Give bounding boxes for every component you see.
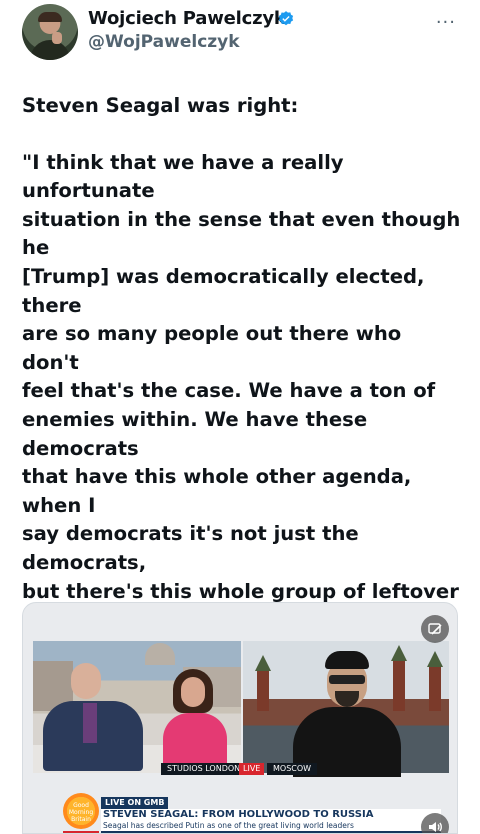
lower-third-headline: STEVEN SEAGAL: FROM HOLLYWOOD TO RUSSIA	[103, 809, 374, 820]
tweet-line: say democrats it's not just the democrat…	[22, 522, 359, 574]
verified-badge-icon	[278, 11, 294, 26]
strap-left: STUDIOS LONDON	[161, 763, 247, 775]
tweet-line: situation in the sense that even though …	[22, 207, 461, 260]
gmb-logo: Good Morning Britain	[63, 793, 99, 829]
tweet-line: feel that's the case. We have a ton of	[22, 379, 436, 403]
location-strap: STUDIOS LONDON LIVE MOSCOW	[33, 763, 449, 775]
video-preview[interactable]: STUDIOS LONDON LIVE MOSCOW Good Morning …	[22, 602, 458, 834]
strap-right: MOSCOW	[267, 763, 318, 775]
tweet-line: enemies within. We have these democrats	[22, 407, 368, 460]
tweet-line: "I think that we have a really unfortuna…	[22, 150, 344, 203]
strap-live: LIVE	[239, 763, 265, 775]
tweet-header: Wojciech Pawelczyk @WojPawelczyk ···	[22, 4, 462, 60]
lower-third-subline: Seagal has described Putin as one of the…	[103, 821, 354, 830]
edit-image-icon[interactable]	[421, 615, 449, 643]
more-options-icon[interactable]: ···	[436, 12, 456, 33]
tweet-line: [Trump] was democratically elected, ther…	[22, 264, 425, 317]
tweet-line: are so many people out there who don't	[22, 322, 402, 374]
lower-third: STEVEN SEAGAL: FROM HOLLYWOOD TO RUSSIA …	[101, 809, 441, 831]
moscow-feed	[243, 641, 449, 777]
tweet-line: that have this whole other agenda, when …	[22, 465, 412, 517]
tweet-intro: Steven Seagal was right:	[22, 94, 299, 117]
avatar[interactable]	[22, 4, 78, 60]
live-on-label: LIVE ON GMB	[101, 797, 169, 809]
author-handle[interactable]: @WojPawelczyk	[88, 32, 240, 52]
author-name[interactable]: Wojciech Pawelczyk	[88, 8, 286, 29]
volume-icon[interactable]	[421, 813, 449, 833]
studio-feed	[33, 641, 241, 773]
